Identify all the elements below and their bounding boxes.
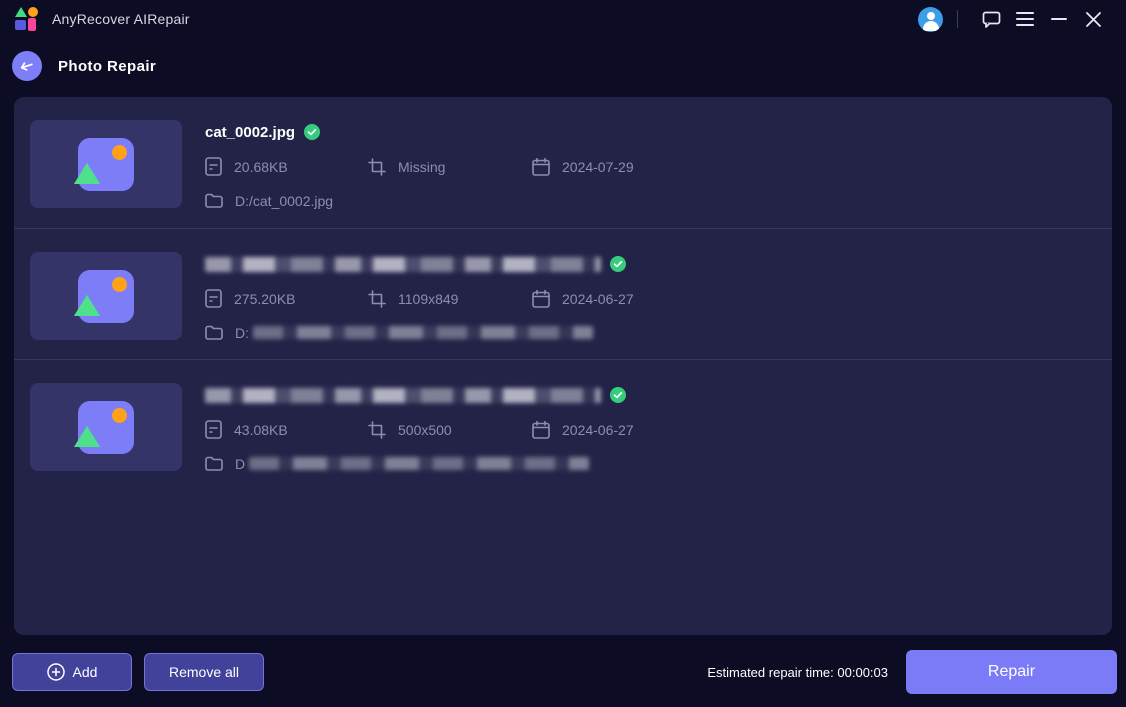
user-avatar[interactable] (918, 6, 943, 32)
estimated-repair-time: Estimated repair time: 00:00:03 (707, 664, 888, 680)
file-date: 2024-07-29 (562, 158, 634, 175)
file-row[interactable]: 275.20KB 1109x849 2024-06-27 D: (14, 228, 1112, 359)
file-size-icon (205, 420, 222, 439)
image-placeholder-icon (74, 400, 134, 454)
file-path: D (235, 455, 246, 472)
file-size-icon (205, 289, 222, 308)
file-path: D:/cat_0002.jpg (235, 192, 334, 209)
dimensions-icon (368, 157, 386, 176)
titlebar-separator (957, 10, 958, 28)
image-placeholder-icon (74, 137, 134, 191)
status-check-icon (304, 124, 321, 140)
section-header: Photo Repair (0, 38, 1126, 94)
folder-icon (205, 325, 223, 340)
file-size-icon (205, 157, 222, 176)
file-row[interactable]: 43.08KB 500x500 2024-06-27 D (14, 359, 1112, 490)
plus-circle-icon (46, 663, 65, 681)
back-button[interactable] (12, 51, 42, 81)
date-icon (532, 157, 550, 176)
folder-icon (205, 193, 223, 208)
file-dimensions: 500x500 (398, 421, 452, 438)
file-size: 20.68KB (234, 158, 288, 175)
menu-icon[interactable] (1008, 4, 1042, 34)
footer-toolbar: Add Remove all Estimated repair time: 00… (0, 645, 1126, 707)
date-icon (532, 289, 550, 308)
file-size: 43.08KB (234, 421, 288, 438)
app-logo-icon (14, 6, 40, 32)
folder-icon (205, 456, 223, 471)
image-placeholder-icon (74, 269, 134, 323)
file-size: 275.20KB (234, 290, 296, 307)
file-name-redacted (205, 387, 601, 403)
file-thumbnail (30, 252, 182, 340)
app-title: AnyRecover AIRepair (52, 11, 190, 27)
add-button-label: Add (72, 664, 98, 680)
page-title: Photo Repair (58, 57, 157, 75)
file-path-redacted (249, 457, 590, 470)
feedback-chat-icon[interactable] (974, 4, 1008, 34)
add-button[interactable]: Add (12, 653, 132, 691)
file-list-panel: cat_0002.jpg 20.68KB Missing 2024-07-29 … (14, 97, 1112, 635)
file-path: D: (235, 324, 249, 341)
file-thumbnail (30, 383, 182, 471)
dimensions-icon (368, 289, 386, 308)
file-date: 2024-06-27 (562, 290, 634, 307)
file-path-redacted (253, 326, 593, 339)
date-icon (532, 420, 550, 439)
titlebar: AnyRecover AIRepair (0, 0, 1126, 38)
file-row[interactable]: cat_0002.jpg 20.68KB Missing 2024-07-29 … (14, 97, 1112, 228)
file-date: 2024-06-27 (562, 421, 634, 438)
repair-button-label: Repair (987, 663, 1036, 680)
file-thumbnail (30, 120, 182, 208)
repair-button[interactable]: Repair (906, 650, 1117, 694)
remove-all-button[interactable]: Remove all (144, 653, 264, 691)
file-name-redacted (205, 256, 601, 272)
file-dimensions: 1109x849 (398, 290, 459, 307)
status-check-icon (610, 256, 626, 272)
dimensions-icon (368, 420, 386, 439)
file-name: cat_0002.jpg (205, 123, 296, 141)
remove-all-label: Remove all (168, 664, 240, 680)
status-check-icon (610, 387, 626, 403)
close-button[interactable] (1076, 4, 1110, 34)
minimize-button[interactable] (1042, 4, 1076, 34)
file-dimensions: Missing (398, 158, 446, 175)
